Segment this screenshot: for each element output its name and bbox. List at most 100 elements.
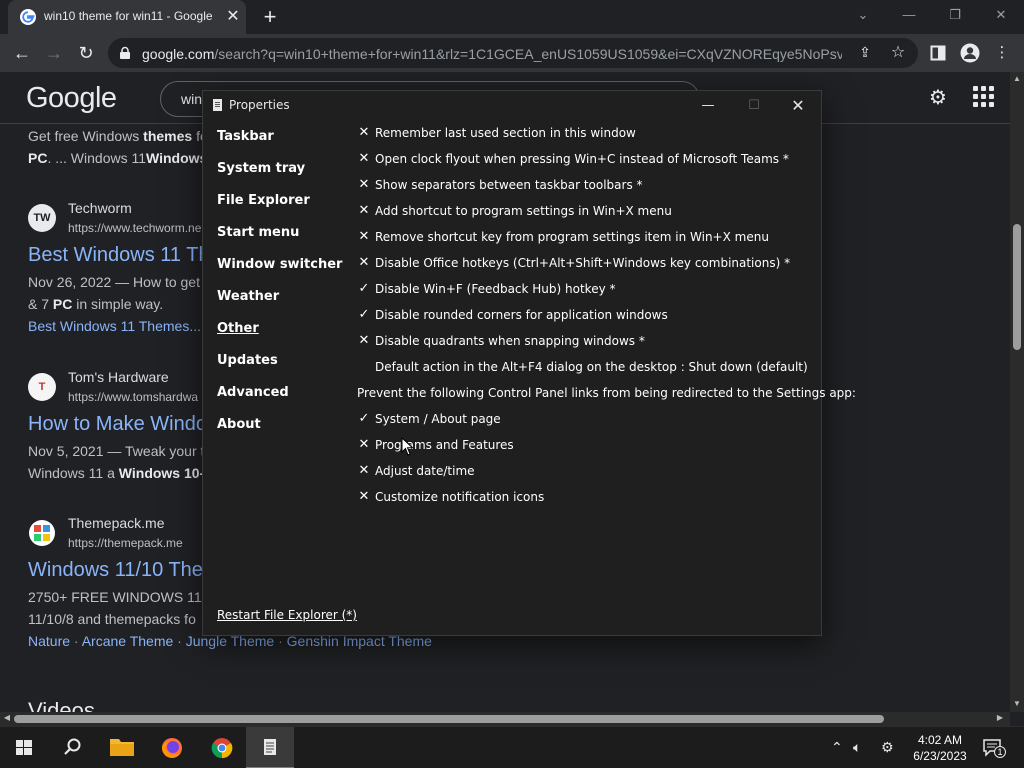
clock-date: 6/23/2023 [913, 749, 967, 763]
menu-icon[interactable]: ⋮ [992, 43, 1012, 63]
result-snippet: Nov 5, 2021 — Tweak your ta [28, 443, 213, 459]
nav-item-start-menu[interactable]: Start menu [217, 225, 299, 240]
result-snippet: Windows 11 a Windows 10-l [28, 465, 209, 481]
toms-hardware-site-icon: T [28, 373, 56, 401]
search-query: win [181, 91, 203, 107]
nav-item-about[interactable]: About [217, 417, 261, 432]
minimize-icon[interactable]: — [886, 0, 932, 30]
dialog-maximize-icon: ☐ [748, 98, 760, 113]
dialog-close-icon[interactable]: ✕ [775, 91, 821, 121]
restart-file-explorer-link[interactable]: Restart File Explorer (*) [217, 608, 357, 622]
nav-item-taskbar[interactable]: Taskbar [217, 129, 274, 144]
chevron-up-icon[interactable]: ⌃ [831, 739, 843, 756]
windows-start-icon[interactable] [0, 727, 48, 768]
dialog-title: Properties [229, 98, 290, 112]
properties-dialog: Properties — ☐ ✕ Taskbar System tray Fil… [202, 90, 856, 636]
dialog-titlebar[interactable]: Properties — ☐ ✕ [203, 91, 821, 121]
windows-taskbar: ⌃ 🔈︎ ⚙ 4:02 AM 6/23/2023 1 [0, 726, 1024, 768]
nav-item-updates[interactable]: Updates [217, 353, 278, 368]
mouse-cursor-icon [401, 437, 414, 456]
result-snippet: & 7 PC in simple way. [28, 296, 164, 312]
share-icon[interactable]: ⇪ [856, 44, 874, 62]
back-icon[interactable]: ← [10, 41, 34, 65]
cross-icon: ✕ [358, 177, 370, 192]
nav-item-system-tray[interactable]: System tray [217, 161, 305, 176]
result-title-link[interactable]: Windows 11/10 The [28, 559, 203, 582]
browser-tab-strip: win10 theme for win11 - Google ✕ + ⌄ — ❐… [0, 0, 1024, 34]
scroll-up-icon[interactable]: ▲ [1012, 74, 1022, 84]
url-text: google.com/search?q=win10+theme+for+win1… [142, 46, 842, 62]
scroll-left-icon[interactable]: ◀ [2, 713, 12, 725]
google-logo[interactable]: Google [26, 82, 117, 115]
tab-title: win10 theme for win11 - Google [44, 9, 213, 23]
forward-icon[interactable]: → [42, 41, 66, 65]
reload-icon[interactable]: ↻ [74, 41, 98, 65]
nav-item-window-switcher[interactable]: Window switcher [217, 257, 342, 272]
dialog-minimize-icon[interactable]: — [685, 91, 731, 121]
side-panel-icon[interactable] [928, 43, 948, 63]
cross-icon: ✕ [358, 463, 370, 478]
result-site-name: Tom's Hardware [68, 369, 169, 385]
search-icon[interactable] [48, 727, 96, 768]
cross-icon: ✕ [358, 229, 370, 244]
cross-icon: ✕ [358, 255, 370, 270]
scroll-right-icon[interactable]: ▶ [995, 713, 1005, 725]
horizontal-scrollbar[interactable]: ◀ ▶ [0, 712, 1010, 726]
restore-icon[interactable]: ❐ [932, 0, 978, 30]
cross-icon: ✕ [358, 489, 370, 504]
tab-close-icon[interactable]: ✕ [224, 8, 242, 26]
address-bar[interactable]: google.com/search?q=win10+theme+for+win1… [108, 38, 918, 68]
clock-time: 4:02 AM [917, 733, 963, 747]
result-url: https://themepack.me [68, 536, 183, 550]
vertical-scrollbar[interactable]: ▲ ▼ [1010, 72, 1024, 712]
taskbar-clock[interactable]: 4:02 AM 6/23/2023 [908, 732, 972, 764]
settings-icon[interactable]: ⚙ [926, 86, 950, 110]
close-window-icon[interactable]: ✕ [978, 0, 1024, 30]
result-url: https://www.tomshardwa [68, 390, 199, 404]
result-title-link[interactable]: How to Make Windo [28, 413, 207, 436]
scroll-down-icon[interactable]: ▼ [1012, 699, 1022, 709]
cross-icon: ✕ [358, 125, 370, 140]
nav-item-file-explorer[interactable]: File Explorer [217, 193, 310, 208]
gear-icon[interactable]: ⚙ [881, 739, 894, 756]
related-link[interactable]: Arcane Theme [82, 633, 174, 649]
check-icon: ✓ [358, 281, 370, 296]
tab-search-icon[interactable]: ⌄ [840, 0, 886, 30]
cross-icon: ✕ [358, 203, 370, 218]
apps-icon[interactable] [973, 86, 995, 108]
cross-icon: ✕ [358, 151, 370, 166]
nav-item-advanced[interactable]: Advanced [217, 385, 289, 400]
nav-item-other[interactable]: Other [217, 321, 259, 336]
result-site-name: Techworm [68, 200, 132, 216]
star-icon[interactable]: ☆ [888, 42, 908, 62]
snippet-line: Get free Windows themes fo [28, 128, 208, 144]
lock-icon [120, 46, 130, 59]
result-sitelink[interactable]: Best Windows 11 Themes... [28, 318, 201, 334]
browser-tab[interactable]: win10 theme for win11 - Google ✕ [8, 0, 246, 34]
notification-icon[interactable]: 1 [982, 737, 1006, 759]
firefox-icon[interactable] [148, 727, 196, 768]
cross-icon: ✕ [358, 437, 370, 452]
check-icon: ✓ [358, 411, 370, 426]
notification-count: 1 [994, 746, 1006, 758]
snippet-line: PC. ... Windows 11Windows [28, 150, 208, 166]
result-snippet: Nov 26, 2022 — How to get W [28, 274, 218, 290]
properties-app-icon[interactable] [246, 727, 294, 768]
volume-icon[interactable]: 🔈︎ [853, 739, 861, 756]
themepack-site-icon [28, 519, 56, 547]
google-g-icon [20, 9, 36, 25]
vertical-scroll-thumb[interactable] [1013, 224, 1021, 350]
profile-icon[interactable] [960, 43, 980, 63]
nav-item-weather[interactable]: Weather [217, 289, 279, 304]
browser-toolbar: ← → ↻ google.com/search?q=win10+theme+fo… [0, 34, 1024, 72]
chrome-icon[interactable] [198, 727, 246, 768]
techworm-site-icon: TW [28, 204, 56, 232]
videos-section-heading[interactable]: Videos [28, 698, 95, 712]
properties-app-icon [213, 99, 222, 111]
file-explorer-icon[interactable] [98, 727, 146, 768]
result-title-link[interactable]: Best Windows 11 Th [28, 244, 210, 267]
related-link[interactable]: Nature [28, 633, 70, 649]
new-tab-button[interactable]: + [258, 5, 282, 29]
check-icon: ✓ [358, 307, 370, 322]
horizontal-scroll-thumb[interactable] [14, 715, 884, 723]
